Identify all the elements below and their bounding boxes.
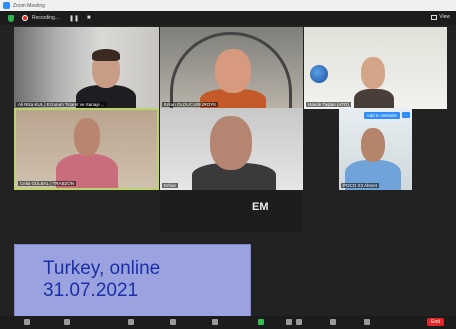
video-tile[interactable]: Ali Riza KUL | Erzurum Ticaret ve Sanayi… xyxy=(14,27,159,109)
pause-icon[interactable]: ❚❚ xyxy=(69,15,79,22)
security-icon[interactable] xyxy=(128,319,134,325)
participant-face xyxy=(361,57,385,89)
chat-icon[interactable] xyxy=(212,319,218,325)
grid-view-icon xyxy=(431,14,438,20)
participants-icon[interactable] xyxy=(170,319,176,325)
recording-icon xyxy=(22,15,28,21)
recording-status: Recording... xyxy=(32,15,59,21)
participant-name: Celal GÜLBAL | TRABZON xyxy=(18,181,77,186)
video-tile-active-speaker[interactable]: Celal GÜLBAL | TRABZON xyxy=(14,108,159,190)
meeting-toolbar: End xyxy=(0,316,456,329)
add-to-website-button[interactable]: Add to Website xyxy=(363,112,400,119)
view-button[interactable]: View xyxy=(431,14,450,20)
video-tile[interactable]: Erhan xyxy=(160,108,303,190)
stop-icon[interactable]: ■ xyxy=(87,15,91,21)
video-tile[interactable]: Hande Taştan (ATO) xyxy=(304,27,447,109)
caption-date: 31.07.2021 xyxy=(43,280,139,301)
globe-object xyxy=(310,65,328,83)
participant-body xyxy=(354,89,394,109)
end-meeting-button[interactable]: End xyxy=(427,318,444,326)
more-icon[interactable] xyxy=(364,319,370,325)
share-screen-icon[interactable] xyxy=(258,319,264,325)
participant-name: Erkan OLDUCU/BÜROYK xyxy=(162,102,219,107)
window-title: Zoom Meeting xyxy=(13,2,45,9)
caption-overlay: Turkey, online 31.07.2021 xyxy=(14,244,251,320)
video-tile[interactable]: EM xyxy=(160,190,303,232)
participant-face xyxy=(74,118,100,156)
record-icon[interactable] xyxy=(286,319,292,325)
participant-face xyxy=(215,49,251,93)
view-label: View xyxy=(439,14,450,20)
breakout-rooms-icon[interactable] xyxy=(296,319,302,325)
video-icon[interactable] xyxy=(64,319,70,325)
meeting-topbar: Recording... ❚❚ ■ View xyxy=(0,11,456,25)
participant-name: Ali Riza KUL | Erzurum Ticaret ve Sanayi… xyxy=(16,102,107,107)
window-titlebar: Zoom Meeting xyxy=(0,0,456,11)
shield-icon[interactable] xyxy=(8,14,14,22)
participant-name: Hande Taştan (ATO) xyxy=(306,102,351,107)
participant-hair xyxy=(92,49,120,61)
partial-logo-text: EM xyxy=(252,201,269,213)
more-options-button[interactable]: ... xyxy=(402,112,410,118)
participant-name: POCO X3 Ahmet xyxy=(341,183,380,188)
zoom-app-icon xyxy=(3,2,10,9)
caption-location: Turkey, online xyxy=(43,258,161,279)
participant-face xyxy=(210,116,252,170)
reactions-icon[interactable] xyxy=(330,319,336,325)
video-tile[interactable]: Add to Website ... POCO X3 Ahmet xyxy=(339,108,412,190)
participant-name: Erhan xyxy=(162,183,179,188)
mute-icon[interactable] xyxy=(24,319,30,325)
video-tile[interactable]: Erkan OLDUCU/BÜROYK xyxy=(160,27,303,109)
participant-face xyxy=(361,128,385,162)
